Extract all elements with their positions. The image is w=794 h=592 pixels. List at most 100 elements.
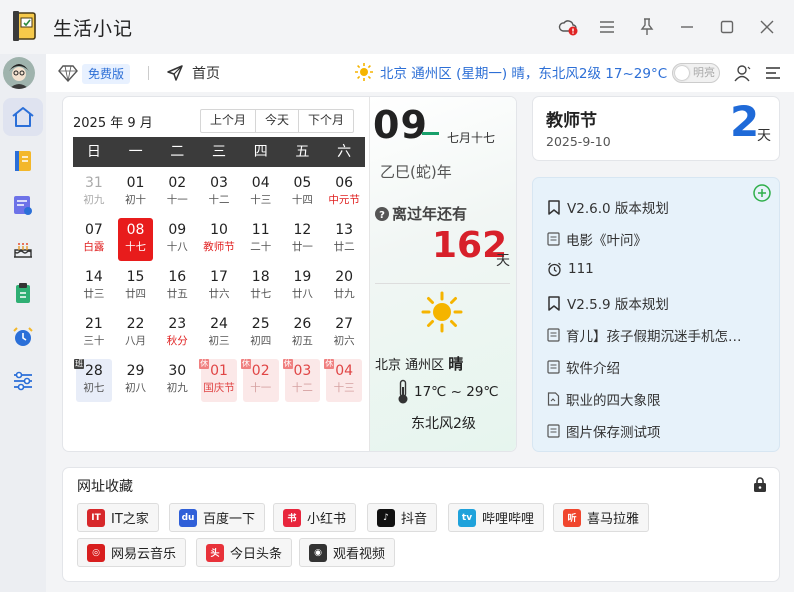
temperature-range: 17℃ ~ 29℃	[414, 384, 499, 400]
weekday-label: 三	[211, 144, 226, 160]
calendar-day[interactable]: 20 廿九	[326, 265, 362, 308]
note-item[interactable]: 职业的四大象限	[547, 389, 661, 409]
calendar-day[interactable]: 14 廿三	[76, 265, 112, 308]
calendar-day[interactable]: 23 秋分	[159, 312, 195, 355]
calendar-day[interactable]: 30 初九	[159, 359, 195, 402]
cloud-sync-icon[interactable]	[554, 14, 582, 40]
sidebar-item-home[interactable]	[3, 98, 43, 136]
calendar-day-today[interactable]: 08 十七	[117, 218, 154, 261]
calendar-day[interactable]: 24 初三	[201, 312, 237, 355]
close-icon[interactable]	[753, 14, 781, 40]
calendar-day[interactable]: 26 初五	[285, 312, 321, 355]
day-number: 24	[210, 316, 228, 332]
note-item[interactable]: 育儿】孩子假期沉迷手机怎…	[547, 325, 742, 345]
sidebar-item-notebook[interactable]	[3, 142, 43, 180]
festival-date: 2025-9-10	[546, 134, 611, 149]
note-item[interactable]: 电影《叶问》	[547, 229, 647, 249]
calendar-day[interactable]: 16 廿五	[159, 265, 195, 308]
bookmark-link[interactable]: du 百度一下	[169, 503, 266, 532]
calendar-day[interactable]: 01 初十	[118, 171, 154, 214]
free-version-badge[interactable]: 免费版	[82, 64, 131, 84]
bookmark-link[interactable]: IT IT之家	[77, 503, 159, 532]
bookmark-link[interactable]: 听喜马拉雅	[553, 503, 650, 532]
bookmark-link[interactable]: 书小红书	[273, 503, 357, 532]
day-number: 12	[293, 222, 312, 238]
calendar-day[interactable]: 19 廿八	[285, 265, 321, 308]
day-number: 26	[293, 316, 312, 332]
calendar-day[interactable]: 休 03 十二	[282, 359, 321, 402]
bookmark-label: 抖音	[401, 512, 428, 527]
list-menu-icon[interactable]	[593, 14, 621, 40]
calendar-day[interactable]: 02 十一	[159, 171, 195, 214]
calendar-day[interactable]: 03 十二	[201, 171, 237, 214]
day-number: 18	[251, 269, 270, 285]
avatar[interactable]	[3, 57, 35, 89]
bilibili-icon: tv	[458, 508, 476, 527]
prev-month-button[interactable]: 上个月	[201, 110, 257, 132]
cake-icon	[14, 243, 32, 258]
menu-button[interactable]	[758, 58, 788, 88]
calendar-day[interactable]: 29 初八	[118, 359, 154, 402]
lock-icon[interactable]	[753, 476, 767, 492]
new-year-countdown-label: ? 离过年还有	[375, 203, 467, 224]
sidebar-item-reminder[interactable]	[3, 318, 43, 356]
weather-location-name: 北京 通州区	[375, 358, 445, 373]
calendar-day[interactable]: 22 八月	[118, 312, 154, 355]
note-item[interactable]: V2.5.9 版本规划	[547, 293, 669, 313]
weather-summary[interactable]: 北京 通州区 (星期一) 晴，东北风2级 17~29°C	[354, 62, 667, 82]
calendar-day[interactable]: 15 廿四	[118, 265, 154, 308]
lunar-day: 廿九	[333, 288, 355, 300]
note-item[interactable]: 软件介绍	[547, 357, 620, 377]
note-item[interactable]: 图片保存测试项	[547, 421, 661, 441]
theme-toggle[interactable]: 明亮	[672, 63, 720, 83]
home-nav-link[interactable]: 首页	[166, 63, 220, 83]
calendar-day[interactable]: 18 廿七	[243, 265, 279, 308]
today-button[interactable]: 今天	[256, 110, 300, 132]
calendar-day[interactable]: 休 02 十一	[240, 359, 279, 402]
calendar-day[interactable]: 09 十八	[159, 218, 195, 261]
calendar-day[interactable]: 10 教师节	[201, 218, 237, 261]
document-icon	[547, 392, 560, 406]
calendar-day[interactable]: 休 04 十三	[324, 359, 362, 402]
add-note-icon[interactable]	[753, 184, 771, 202]
question-icon[interactable]: ?	[375, 206, 389, 221]
bookmark-link[interactable]: tv 哔哩哔哩	[448, 503, 545, 532]
minimize-icon[interactable]	[673, 14, 701, 40]
calendar-day[interactable]: 12 廿一	[285, 218, 321, 261]
user-button[interactable]	[726, 56, 760, 90]
toutiao-icon: 头	[206, 543, 224, 562]
calendar-day[interactable]: 休 01 国庆节	[199, 359, 237, 402]
calendar-day[interactable]: 11 二十	[243, 218, 279, 261]
bookmark-link[interactable]: ◉ 观看视频	[299, 538, 396, 567]
divider	[375, 283, 510, 284]
weekday-header: 日一二三四五六	[73, 137, 365, 167]
calendar-day[interactable]: 07 白露	[76, 218, 112, 261]
festival-countdown-card[interactable]: 教师节 2025-9-10 2 天	[532, 96, 780, 161]
note-item[interactable]: 111	[547, 261, 594, 277]
calendar-day[interactable]: 13 廿二	[326, 218, 362, 261]
calendar-day[interactable]: 06 中元节	[326, 171, 362, 214]
sunny-weather-icon	[421, 291, 463, 333]
calendar-day[interactable]: 05 十四	[285, 171, 321, 214]
calendar-day[interactable]: 27 初六	[326, 312, 362, 355]
alarm-clock-icon	[13, 327, 33, 346]
sidebar-item-settings[interactable]	[3, 362, 43, 400]
app-title: 生活小记	[53, 18, 134, 40]
note-item[interactable]: V2.6.0 版本规划	[547, 197, 669, 217]
calendar-day[interactable]: 04 十三	[243, 171, 279, 214]
calendar-day[interactable]: 17 廿六	[201, 265, 237, 308]
calendar-day[interactable]: 31 初九	[76, 171, 112, 214]
maximize-icon[interactable]	[713, 14, 741, 40]
bookmark-link[interactable]: ◎ 网易云音乐	[77, 538, 187, 567]
next-month-button[interactable]: 下个月	[299, 110, 353, 132]
sidebar-item-anniversary[interactable]	[3, 230, 43, 268]
pin-icon[interactable]	[633, 14, 661, 40]
calendar-day[interactable]: 班 28 初七	[74, 359, 112, 402]
calendar-day[interactable]: 21 三十	[76, 312, 112, 355]
calendar-day[interactable]: 25 初四	[243, 312, 279, 355]
bookmark-link[interactable]: 头今日头条	[196, 538, 293, 567]
sidebar-item-notes[interactable]	[3, 186, 43, 224]
edit-note-icon	[14, 196, 32, 215]
bookmark-link[interactable]: ♪ 抖音	[367, 503, 438, 532]
sidebar-item-clipboard[interactable]	[3, 274, 43, 312]
